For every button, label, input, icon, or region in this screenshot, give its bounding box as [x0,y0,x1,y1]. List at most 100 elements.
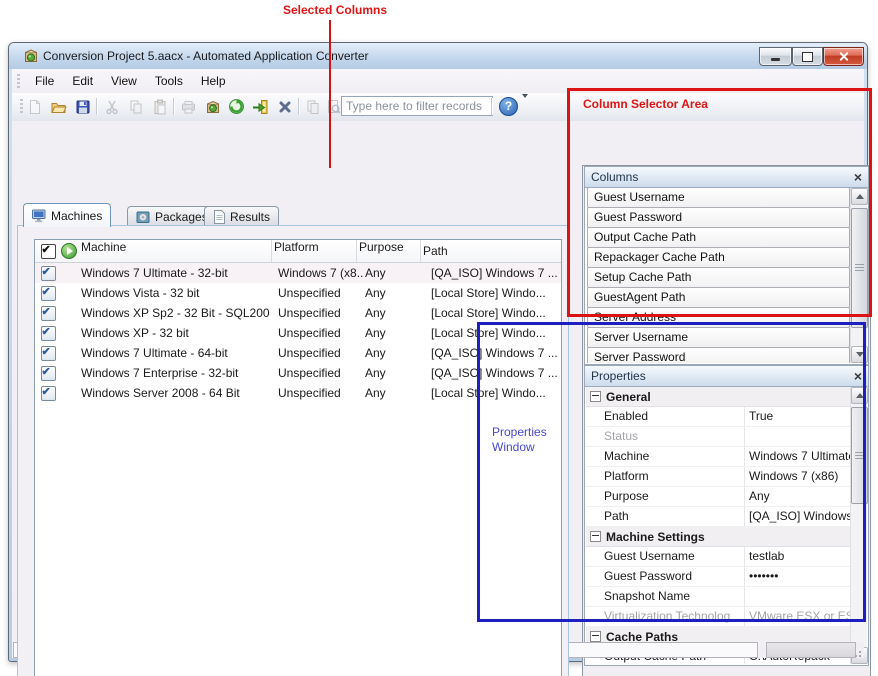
cell-purpose: Any [363,366,429,380]
open-project-icon[interactable] [48,96,69,117]
stop-conversion-icon[interactable] [274,96,295,117]
start-conversion-icon[interactable] [250,96,271,117]
toolbar-separator [298,98,299,115]
toolbar-separator [173,98,174,115]
cell-platform: Windows 7 (x8... [276,266,363,280]
header-machine[interactable]: Machine [77,240,272,262]
header-path[interactable]: Path [421,244,561,258]
select-all-checkbox[interactable] [41,244,56,259]
window-title: Conversion Project 5.aacx - Automated Ap… [43,49,369,63]
cell-platform: Unspecified [276,366,363,380]
cut-icon[interactable] [101,96,122,117]
minimize-icon [771,58,780,61]
chevron-down-icon [522,94,528,112]
save-project-icon[interactable] [72,96,93,117]
cell-check [35,346,61,361]
properties-window-callout: Properties Window [492,425,547,455]
callout-line2: Window [492,440,547,455]
callout-line1: Properties [492,425,547,440]
cell-platform: Unspecified [276,346,363,360]
menu-help[interactable]: Help [192,71,235,91]
row-checkbox[interactable] [41,366,56,381]
column-selector-callout-box: Column Selector Area [567,88,872,317]
cell-purpose: Any [363,386,429,400]
toolbar-grip[interactable] [20,99,23,114]
maximize-icon [802,52,813,62]
cell-purpose: Any [363,346,429,360]
machine-row[interactable]: Windows Vista - 32 bit Unspecified Any [… [35,283,561,303]
header-purpose[interactable]: Purpose [357,240,421,262]
cell-machine: Windows 7 Ultimate - 32-bit [77,266,276,280]
row-checkbox[interactable] [41,386,56,401]
header-cell-check[interactable] [35,244,61,259]
menu-edit[interactable]: Edit [63,71,102,91]
cell-purpose: Any [363,286,429,300]
cell-path: [Local Store] Windo... [429,306,561,320]
copy-results-icon[interactable] [302,96,323,117]
machine-row[interactable]: Windows 7 Ultimate - 32-bit Windows 7 (x… [35,263,561,283]
cell-platform: Unspecified [276,286,363,300]
cell-purpose: Any [363,326,429,340]
progress-indicator [766,642,856,658]
new-package-icon[interactable] [202,96,223,117]
tab-results[interactable]: Results [204,206,279,226]
cell-check [35,286,61,301]
cell-platform: Unspecified [276,306,363,320]
minimize-button[interactable] [759,47,792,66]
collapse-icon[interactable] [590,631,601,642]
menu-view[interactable]: View [102,71,146,91]
cell-machine: Windows 7 Ultimate - 64-bit [77,346,276,360]
filter-records-input[interactable] [341,96,493,116]
cell-machine: Windows Server 2008 - 64 Bit [77,386,276,400]
title-bar: Conversion Project 5.aacx - Automated Ap… [9,43,867,69]
row-checkbox[interactable] [41,326,56,341]
cell-machine: Windows 7 Enterprise - 32-bit [77,366,276,380]
results-tab-icon [213,210,226,224]
menubar-grip[interactable] [17,74,20,89]
machines-tab-icon [32,209,47,223]
refresh-icon[interactable] [226,96,247,117]
paste-icon[interactable] [149,96,170,117]
close-icon [838,51,849,62]
run-status-icon [61,243,77,259]
row-checkbox[interactable] [41,266,56,281]
header-cell-run[interactable] [61,243,77,259]
menu-file[interactable]: File [26,71,63,91]
machine-row[interactable]: Windows XP Sp2 - 32 Bit - SQL200 Unspeci… [35,303,561,323]
cell-purpose: Any [363,266,429,280]
tab-label: Packages [155,210,208,224]
toolbar-separator [96,98,97,115]
new-document-icon[interactable] [24,96,45,117]
tab-label: Machines [51,209,102,223]
selected-columns-callout: Selected Columns [283,3,387,17]
cell-path: [QA_ISO] Windows 7 ... [429,266,561,280]
cell-check [35,366,61,381]
header-platform[interactable]: Platform [272,240,357,262]
menu-tools[interactable]: Tools [146,71,192,91]
properties-window-callout-box [477,322,866,622]
tab-label: Results [230,210,270,224]
maximize-button[interactable] [792,47,823,66]
app-icon [23,48,39,64]
capture-machine-icon[interactable] [178,96,199,117]
toolbar-separator [491,98,492,115]
cell-machine: Windows XP Sp2 - 32 Bit - SQL200 [77,306,276,320]
column-selector-callout: Column Selector Area [583,97,708,111]
copy-icon[interactable] [125,96,146,117]
cell-machine: Windows XP - 32 bit [77,326,276,340]
toolbar-overflow-icon[interactable] [522,98,535,114]
cell-check [35,306,61,321]
machine-list-header: Machine Platform Purpose Path [35,240,561,263]
screenshot-canvas: Conversion Project 5.aacx - Automated Ap… [0,0,878,676]
cell-check [35,386,61,401]
row-checkbox[interactable] [41,286,56,301]
resize-grip[interactable] [859,651,861,653]
selected-columns-callout-line [329,20,331,168]
row-checkbox[interactable] [41,346,56,361]
cell-check [35,326,61,341]
row-checkbox[interactable] [41,306,56,321]
tab-machines[interactable]: Machines [23,203,111,227]
packages-tab-icon [136,210,151,224]
help-icon[interactable]: ? [499,97,518,116]
close-button[interactable] [823,47,864,66]
